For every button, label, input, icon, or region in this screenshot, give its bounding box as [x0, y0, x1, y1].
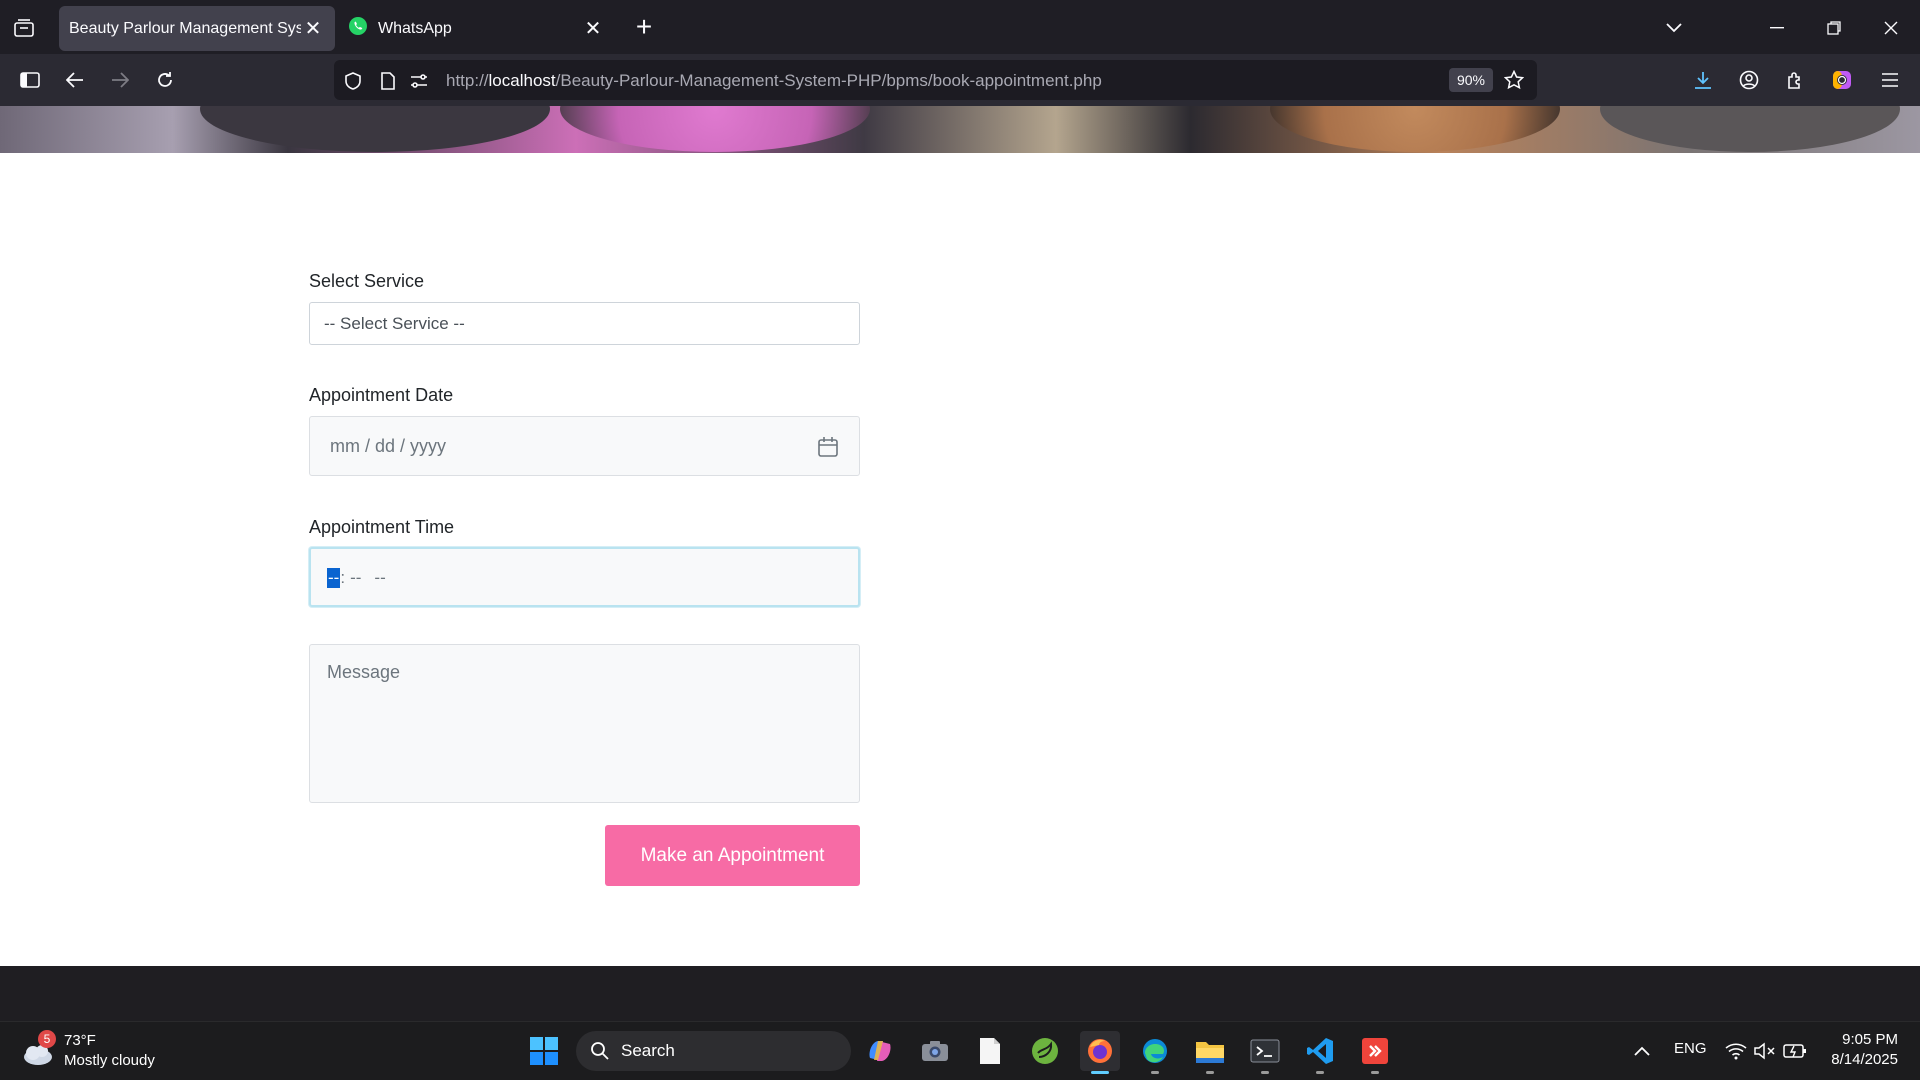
active-indicator — [1091, 1071, 1109, 1074]
forward-icon[interactable] — [105, 65, 135, 95]
date-input[interactable]: mm / dd / yyyy — [309, 416, 860, 476]
search-label: Search — [621, 1041, 675, 1060]
vscode-icon[interactable] — [1300, 1031, 1340, 1074]
notepad-icon[interactable] — [970, 1031, 1010, 1071]
url-host: localhost — [488, 71, 556, 90]
chevron-down-icon[interactable] — [1660, 14, 1688, 42]
edge-icon[interactable] — [1135, 1031, 1175, 1074]
windows-taskbar: 5 73°F Mostly cloudy Search ENG 9:05 PM … — [0, 1021, 1920, 1080]
shield-icon[interactable] — [342, 70, 364, 92]
running-indicator — [1371, 1071, 1379, 1074]
time-minute-segment[interactable]: -- — [350, 568, 361, 588]
time-label: Appointment Time — [309, 517, 455, 537]
battery-icon[interactable] — [1775, 1031, 1815, 1071]
time-input[interactable]: --: -- -- — [309, 547, 860, 607]
clock-time: 9:05 PM — [1842, 1031, 1898, 1048]
terminal-icon[interactable] — [1245, 1031, 1285, 1074]
chevron-up-icon[interactable] — [1622, 1031, 1662, 1071]
hero-banner-image — [0, 106, 1920, 153]
language-indicator[interactable]: ENG — [1674, 1040, 1707, 1057]
permissions-icon[interactable] — [408, 70, 430, 92]
new-tab-icon[interactable]: + — [630, 13, 658, 42]
close-tab-icon[interactable]: ✕ — [301, 17, 325, 41]
tab-title: Beauty Parlour Management System — [69, 19, 301, 37]
file-explorer-icon[interactable] — [1190, 1031, 1230, 1074]
firefox-icon[interactable] — [1080, 1031, 1120, 1074]
running-indicator — [1261, 1071, 1269, 1074]
calendar-icon[interactable] — [817, 436, 839, 458]
extensions-icon[interactable] — [1780, 65, 1810, 95]
camera-icon[interactable] — [915, 1031, 955, 1071]
time-ampm-segment[interactable]: -- — [374, 568, 385, 588]
clock-date: 8/14/2025 — [1831, 1051, 1898, 1068]
menu-icon[interactable] — [1875, 65, 1905, 95]
download-icon[interactable] — [1688, 65, 1718, 95]
service-label: Select Service — [309, 271, 425, 291]
browser-nav-bar: http://localhost/Beauty-Parlour-Manageme… — [0, 54, 1920, 106]
make-appointment-button[interactable]: Make an Appointment — [605, 825, 860, 886]
reload-icon[interactable] — [150, 65, 180, 95]
color-extension-icon[interactable] — [1827, 65, 1857, 95]
service-select[interactable]: -- Select Service -- — [309, 302, 860, 345]
page-footer — [0, 966, 1920, 1021]
spring-tools-icon[interactable] — [1025, 1031, 1065, 1071]
tab-beauty-parlour[interactable]: Beauty Parlour Management System ✕ — [59, 6, 335, 51]
system-clock[interactable]: 9:05 PM 8/14/2025 — [1831, 1030, 1898, 1070]
browser-tab-bar: Beauty Parlour Management System ✕ Whats… — [0, 0, 1920, 54]
account-icon[interactable] — [1734, 65, 1764, 95]
bookmark-star-icon[interactable] — [1502, 68, 1526, 92]
running-indicator — [1316, 1071, 1324, 1074]
zoom-badge[interactable]: 90% — [1449, 68, 1493, 92]
whatsapp-icon — [348, 16, 368, 41]
running-indicator — [1151, 1071, 1159, 1074]
restore-icon[interactable] — [1820, 14, 1848, 42]
date-label: Appointment Date — [309, 385, 454, 405]
url-scheme: http:// — [446, 71, 489, 90]
tab-whatsapp[interactable]: WhatsApp ✕ — [338, 6, 615, 51]
url-text[interactable]: http://localhost/Beauty-Parlour-Manageme… — [446, 71, 1102, 91]
search-icon — [591, 1042, 609, 1060]
weather-widget[interactable]: 5 73°F Mostly cloudy — [20, 1030, 180, 1074]
time-hour-segment[interactable]: -- — [327, 568, 341, 588]
back-icon[interactable] — [60, 65, 90, 95]
url-bar[interactable]: http://localhost/Beauty-Parlour-Manageme… — [334, 60, 1537, 100]
close-tab-icon[interactable]: ✕ — [581, 17, 605, 41]
page-icon[interactable] — [377, 70, 399, 92]
running-indicator — [1206, 1071, 1214, 1074]
date-placeholder: mm / dd / yyyy — [330, 436, 447, 456]
sidebar-icon[interactable] — [15, 65, 45, 95]
taskbar-search[interactable]: Search — [576, 1031, 851, 1071]
weather-temperature: 73°F — [64, 1032, 96, 1049]
url-path: /Beauty-Parlour-Management-System-PHP/bp… — [555, 71, 1102, 90]
anydesk-icon[interactable] — [1355, 1031, 1395, 1074]
tab-list-icon[interactable] — [10, 14, 38, 42]
time-separator: : — [340, 568, 346, 587]
close-window-icon[interactable] — [1877, 14, 1905, 42]
weather-condition: Mostly cloudy — [64, 1052, 155, 1069]
copilot-icon[interactable] — [860, 1031, 900, 1071]
windows-start-icon[interactable] — [524, 1031, 564, 1071]
message-textarea[interactable]: Message — [309, 644, 860, 803]
weather-alert-badge: 5 — [38, 1030, 56, 1048]
minimize-icon[interactable] — [1763, 14, 1791, 42]
tab-title: WhatsApp — [378, 19, 452, 37]
